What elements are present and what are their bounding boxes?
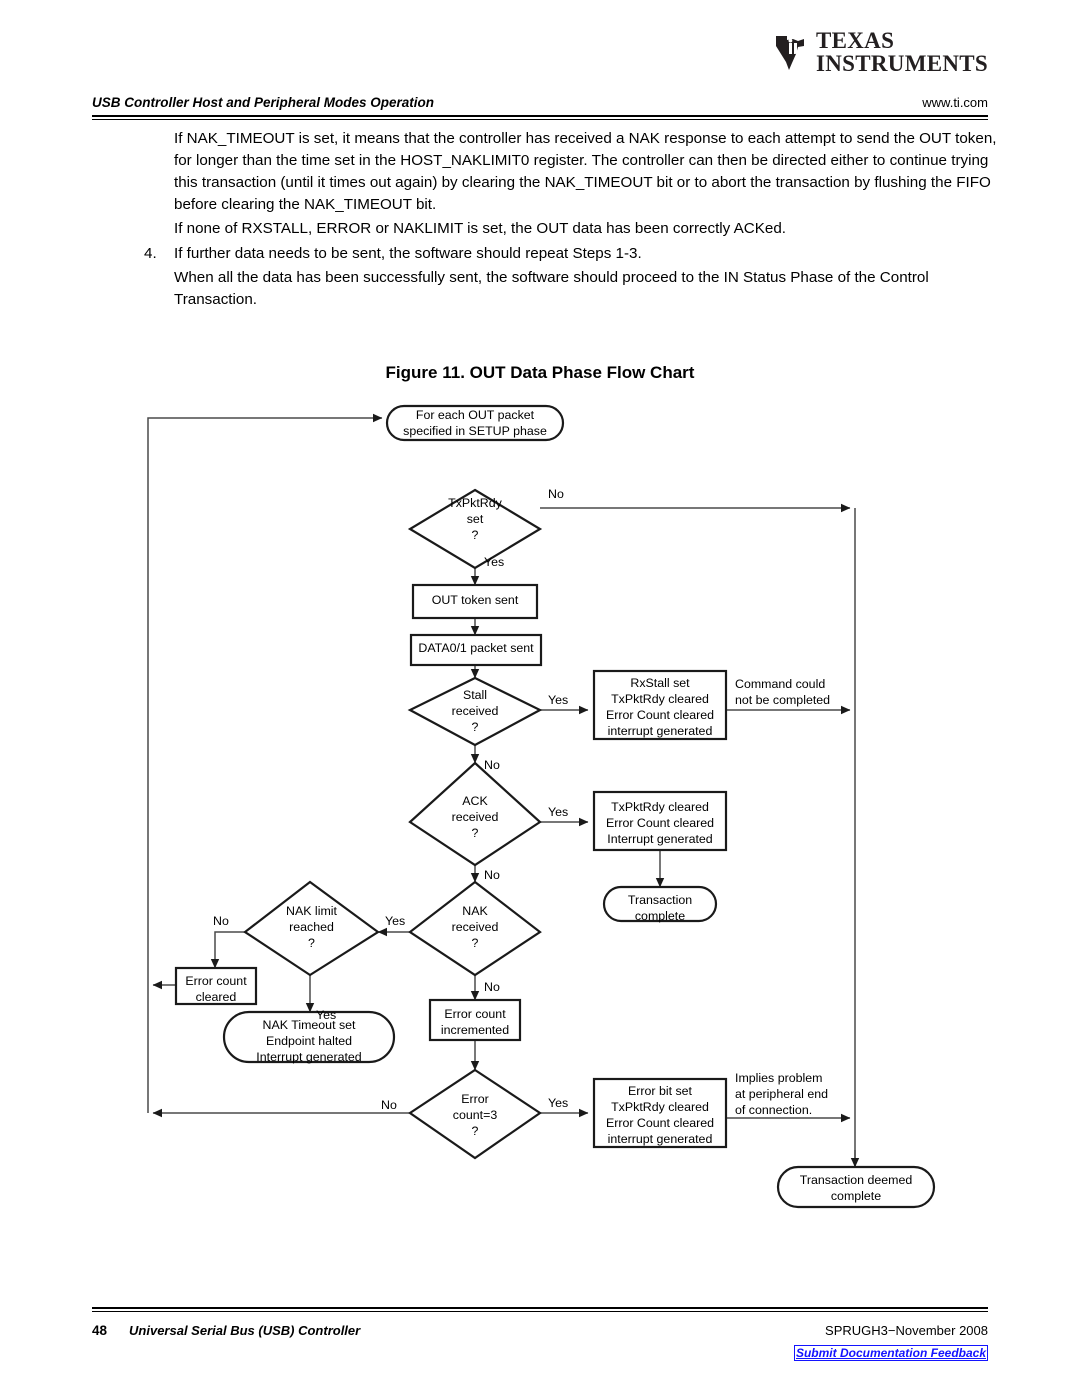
edge-label-txpktrdy-no: No <box>548 487 564 501</box>
body-content: If NAK_TIMEOUT is set, it means that the… <box>92 128 1002 313</box>
edge-label-stall-yes: Yes <box>548 693 569 707</box>
texas-instruments-logo: TEXAS INSTRUMENTS <box>774 28 988 76</box>
footer-divider <box>92 1307 988 1312</box>
ti-logo-line1: TEXAS <box>815 28 895 53</box>
edge-label-txpktrdy-yes: Yes <box>484 555 505 569</box>
flowchart-svg <box>147 404 936 1209</box>
node-transaction-complete <box>602 885 718 923</box>
ti-logo-mark-icon <box>775 35 804 70</box>
header-section-title: USB Controller Host and Peripheral Modes… <box>92 95 435 110</box>
footer-left-group: 48 Universal Serial Bus (USB) Controller <box>92 1323 360 1338</box>
ti-logo-wordmark: TEXAS INSTRUMENTS <box>815 28 988 76</box>
footer-doc-title: Universal Serial Bus (USB) Controller <box>129 1323 361 1338</box>
header-website: www.ti.com <box>922 95 988 110</box>
footer-page-number: 48 <box>92 1323 108 1338</box>
node-start <box>385 404 565 442</box>
node-out-token-sent <box>411 583 539 620</box>
node-nak-limit-reached <box>243 880 380 977</box>
edge-naklimit-no <box>210 931 245 969</box>
paragraph-no-stall-error: If none of RXSTALL, ERROR or NAKLIMIT is… <box>174 220 786 238</box>
edge-label-naklimit-yes: Yes <box>316 1008 337 1022</box>
header-divider <box>92 115 988 120</box>
edge-label-err3-no: No <box>381 1098 397 1112</box>
annotation-implies-problem: Implies problem at peripheral end of con… <box>735 1071 828 1118</box>
page-footer: 48 Universal Serial Bus (USB) Controller… <box>92 1323 988 1338</box>
paragraph-in-status-phase: When all the data has been successfully … <box>174 268 929 308</box>
node-txpktrdy <box>407 488 543 570</box>
edge-label-ack-no: No <box>484 868 500 882</box>
submit-documentation-feedback-link[interactable]: Submit Documentation Feedback <box>793 1345 988 1362</box>
step-4-text: If further data needs to be sent, the so… <box>174 244 642 262</box>
page-header: USB Controller Host and Peripheral Modes… <box>92 95 988 110</box>
annotation-command-not-completed: Command could not be completed <box>735 677 831 708</box>
edge-label-ack-yes: Yes <box>548 805 569 819</box>
footer-doc-id: SPRUGH3−November 2008 <box>825 1323 988 1338</box>
edge-label-nak-no: No <box>484 980 500 994</box>
edge-label-naklimit-no: No <box>213 914 229 928</box>
node-data-packet-sent <box>409 633 543 667</box>
node-rxstall-box <box>592 669 728 741</box>
node-error-count-3 <box>408 1068 542 1160</box>
list-item-step-4: 4. If further data needs to be sent, the… <box>92 243 1002 265</box>
node-ack-received <box>408 761 542 867</box>
paragraph-nak-timeout: If NAK_TIMEOUT is set, it means that the… <box>174 130 997 214</box>
node-nak-received <box>408 880 542 977</box>
step-4-number: 4. <box>144 244 157 262</box>
node-error-count-cleared <box>174 966 258 1006</box>
node-nak-timeout <box>222 1010 396 1064</box>
edge-label-err3-yes: Yes <box>548 1096 569 1110</box>
figure-title: Figure 11. OUT Data Phase Flow Chart <box>385 363 695 382</box>
node-error-bit-box <box>592 1077 728 1149</box>
edge-loopback-to-start <box>147 413 383 1113</box>
ti-logo-line2: INSTRUMENTS <box>815 50 988 76</box>
edge-label-nak-yes: Yes <box>385 914 406 928</box>
node-transaction-deemed-complete <box>776 1165 936 1209</box>
node-error-count-incremented <box>428 998 522 1042</box>
edge-label-stall-no: No <box>484 758 500 772</box>
out-data-phase-flow-chart: For each OUT packet specified in SETUP p… <box>0 390 1080 1220</box>
node-ack-cleared-box <box>592 790 728 852</box>
node-stall-received <box>407 676 543 747</box>
